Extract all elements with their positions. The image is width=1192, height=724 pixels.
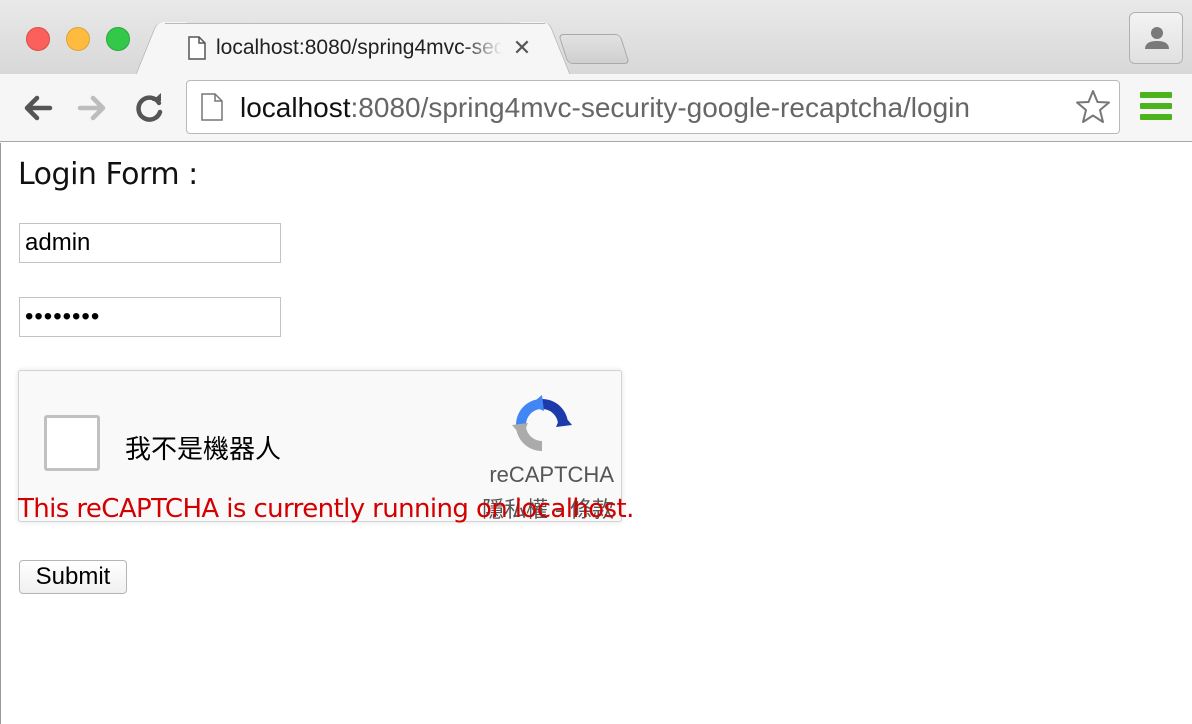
forward-arrow-icon[interactable] [74,90,110,126]
page-title: Login Form : [18,157,198,192]
submit-button[interactable]: Submit [19,560,127,594]
recaptcha-brand: reCAPTCHA [489,462,614,487]
menu-bar-bottom [1140,114,1172,120]
hamburger-menu-icon[interactable] [1140,92,1172,122]
close-window-button[interactable] [26,27,50,51]
url-text[interactable]: localhost:8080/spring4mvc-security-googl… [240,92,970,124]
recaptcha-localhost-warning: This reCAPTCHA is currently running on l… [18,494,634,524]
recaptcha-checkbox[interactable] [44,415,100,471]
tab-close-icon[interactable]: ✕ [510,36,534,60]
page-icon [188,36,206,60]
menu-bar-top [1140,92,1172,98]
back-arrow-icon[interactable] [20,90,56,126]
minimize-window-button[interactable] [66,27,90,51]
url-path: :8080/spring4mvc-security-google-recaptc… [350,92,970,123]
new-tab-button[interactable] [558,34,630,64]
profile-button[interactable] [1129,12,1183,64]
person-icon [1145,27,1169,49]
url-host: localhost [240,92,351,123]
page-icon [201,93,223,121]
recaptcha-checkbox-label: 我不是機器人 [125,435,282,465]
username-input[interactable] [19,223,281,263]
tab-title: localhost:8080/spring4mvc-security-googl… [216,36,502,59]
menu-bar-middle [1140,103,1172,109]
star-icon[interactable] [1074,88,1112,126]
reload-icon[interactable] [132,90,168,126]
password-input[interactable] [19,297,281,337]
maximize-window-button[interactable] [106,27,130,51]
recaptcha-logo-icon [512,395,572,452]
